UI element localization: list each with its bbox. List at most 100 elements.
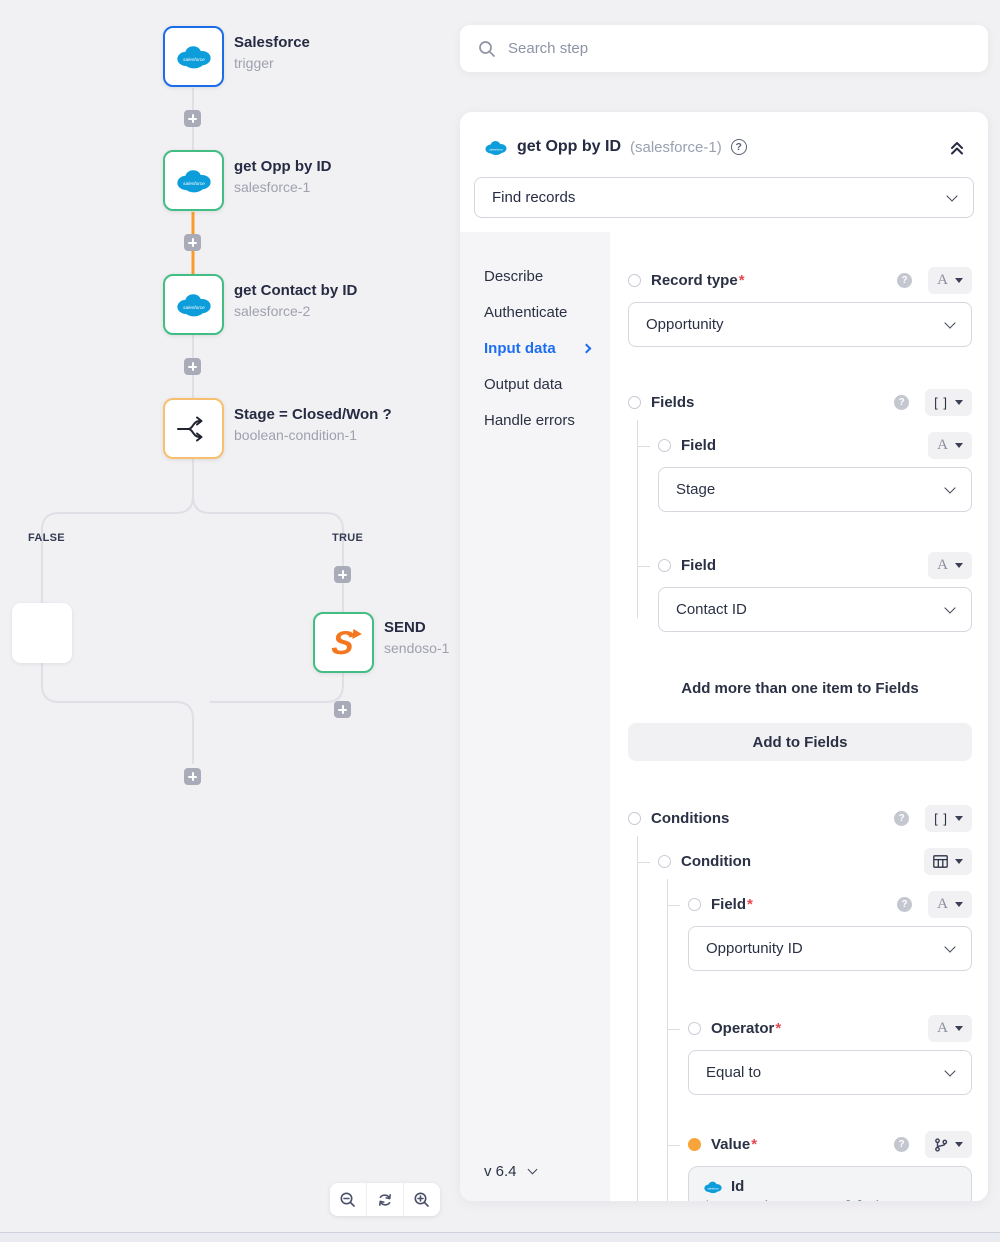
add-step-button[interactable] <box>184 768 201 785</box>
add-step-button[interactable] <box>184 358 201 375</box>
collapse-panel-icon[interactable] <box>948 138 966 156</box>
add-step-button[interactable] <box>334 566 351 583</box>
help-icon[interactable]: ? <box>894 395 909 410</box>
workflow-builder: Salesforce trigger get Opp by ID salesfo… <box>0 0 1000 1242</box>
help-icon[interactable]: ? <box>897 273 912 288</box>
nav-item-output-data[interactable]: Output data <box>460 366 610 402</box>
condition-field-type-selector[interactable]: A <box>928 891 972 918</box>
add-step-button[interactable] <box>184 110 201 127</box>
empty-step-placeholder[interactable] <box>12 603 72 663</box>
conditions-type-selector[interactable]: [ ] <box>925 805 972 832</box>
record-type-select[interactable]: Opportunity <box>628 302 972 347</box>
value-jsonpath-chip[interactable]: Id $.steps.trigger.events[0].Id <box>688 1166 972 1201</box>
operator-radio[interactable] <box>688 1022 701 1035</box>
nav-item-handle-errors[interactable]: Handle errors <box>460 402 610 438</box>
record-type-label: Record type* <box>651 272 745 289</box>
condition-type-selector[interactable] <box>924 848 972 875</box>
condition-children: Field* ? A Opportunity ID <box>658 891 972 1201</box>
node-get-contact-by-id[interactable] <box>163 274 224 335</box>
field-radio[interactable] <box>658 559 671 572</box>
node-label-boolean: Stage = Closed/Won ? boolean-condition-1 <box>234 405 392 445</box>
field-type-selector[interactable]: A <box>928 432 972 459</box>
node-get-opp-by-id[interactable] <box>163 150 224 211</box>
node-boolean-condition[interactable] <box>163 398 224 459</box>
condition-field-select[interactable]: Opportunity ID <box>688 926 972 971</box>
value-label: Value* <box>711 1136 757 1153</box>
condition-field-radio[interactable] <box>688 898 701 911</box>
zoom-in-button[interactable] <box>403 1183 440 1216</box>
required-marker: * <box>751 1136 757 1153</box>
string-type-icon: A <box>937 557 948 574</box>
node-subtitle: salesforce-2 <box>234 301 357 321</box>
zoom-out-icon <box>339 1191 357 1209</box>
fields-row: Fields ? [ ] <box>628 389 972 416</box>
nav-item-label: Describe <box>484 268 543 285</box>
field-label: Field <box>681 557 716 574</box>
operator-type-selector[interactable]: A <box>928 1015 972 1042</box>
field-radio[interactable] <box>658 439 671 452</box>
help-icon[interactable]: ? <box>894 811 909 826</box>
value-radio[interactable] <box>688 1138 701 1151</box>
chevron-down-icon <box>944 941 955 952</box>
value-type-selector[interactable] <box>925 1131 972 1158</box>
operation-select-value: Find records <box>492 189 575 206</box>
panel-body: Describe Authenticate Input data Output … <box>460 232 988 1201</box>
field-2-select[interactable]: Contact ID <box>658 587 972 632</box>
conditions-children: Condition <box>628 848 972 1201</box>
version-label: v 6.4 <box>484 1163 517 1180</box>
fields-helper-text: Add more than one item to Fields <box>628 680 972 697</box>
caret-down-icon <box>955 859 963 864</box>
field-1-select[interactable]: Stage <box>658 467 972 512</box>
caret-down-icon <box>955 1026 963 1031</box>
operator-select[interactable]: Equal to <box>688 1050 972 1095</box>
sendoso-logo-icon: S <box>331 626 356 659</box>
node-subtitle: boolean-condition-1 <box>234 425 392 445</box>
branch-condition-icon <box>175 410 213 448</box>
conditions-radio[interactable] <box>628 812 641 825</box>
required-marker: * <box>747 896 753 913</box>
string-type-icon: A <box>937 896 948 913</box>
field-type-selector[interactable]: A <box>928 552 972 579</box>
jsonpath-branch-type-icon <box>934 1138 948 1152</box>
record-type-type-selector[interactable]: A <box>928 267 972 294</box>
caret-down-icon <box>955 563 963 568</box>
field-row: Field A <box>658 432 972 459</box>
caret-down-icon <box>955 400 963 405</box>
help-icon[interactable]: ? <box>894 1137 909 1152</box>
field-2-value: Contact ID <box>676 601 747 618</box>
nav-item-label: Handle errors <box>484 412 575 429</box>
field-row: Field A <box>658 552 972 579</box>
branch-label-true: TRUE <box>332 532 363 544</box>
condition-label: Condition <box>681 853 751 870</box>
record-type-radio[interactable] <box>628 274 641 287</box>
zoom-reset-button[interactable] <box>366 1183 403 1216</box>
add-step-button[interactable] <box>334 701 351 718</box>
fields-radio[interactable] <box>628 396 641 409</box>
string-type-icon: A <box>937 272 948 289</box>
node-salesforce-trigger[interactable] <box>163 26 224 87</box>
fields-type-selector[interactable]: [ ] <box>925 389 972 416</box>
version-selector[interactable]: v 6.4 <box>484 1163 536 1180</box>
node-title: get Opp by ID <box>234 157 332 177</box>
condition-radio[interactable] <box>658 855 671 868</box>
help-icon[interactable]: ? <box>731 139 747 155</box>
zoom-in-icon <box>413 1191 431 1209</box>
nav-item-authenticate[interactable]: Authenticate <box>460 294 610 330</box>
help-icon[interactable]: ? <box>897 897 912 912</box>
chevron-down-icon <box>944 602 955 613</box>
search-step-input[interactable] <box>508 40 970 57</box>
node-sendoso-send[interactable]: S <box>313 612 374 673</box>
chevron-down-icon <box>527 1165 537 1175</box>
nav-item-input-data[interactable]: Input data <box>460 330 610 366</box>
add-to-fields-button[interactable]: Add to Fields <box>628 723 972 761</box>
zoom-out-button[interactable] <box>330 1183 366 1216</box>
search-icon <box>478 40 496 58</box>
nav-item-describe[interactable]: Describe <box>460 258 610 294</box>
fields-label: Fields <box>651 394 694 411</box>
add-step-button[interactable] <box>184 234 201 251</box>
jsonpath-chip-path: $.steps.trigger.events[0].Id <box>703 1198 957 1201</box>
caret-down-icon <box>955 816 963 821</box>
operator-value: Equal to <box>706 1064 761 1081</box>
operation-select[interactable]: Find records <box>474 177 974 218</box>
condition-field-value: Opportunity ID <box>706 940 803 957</box>
